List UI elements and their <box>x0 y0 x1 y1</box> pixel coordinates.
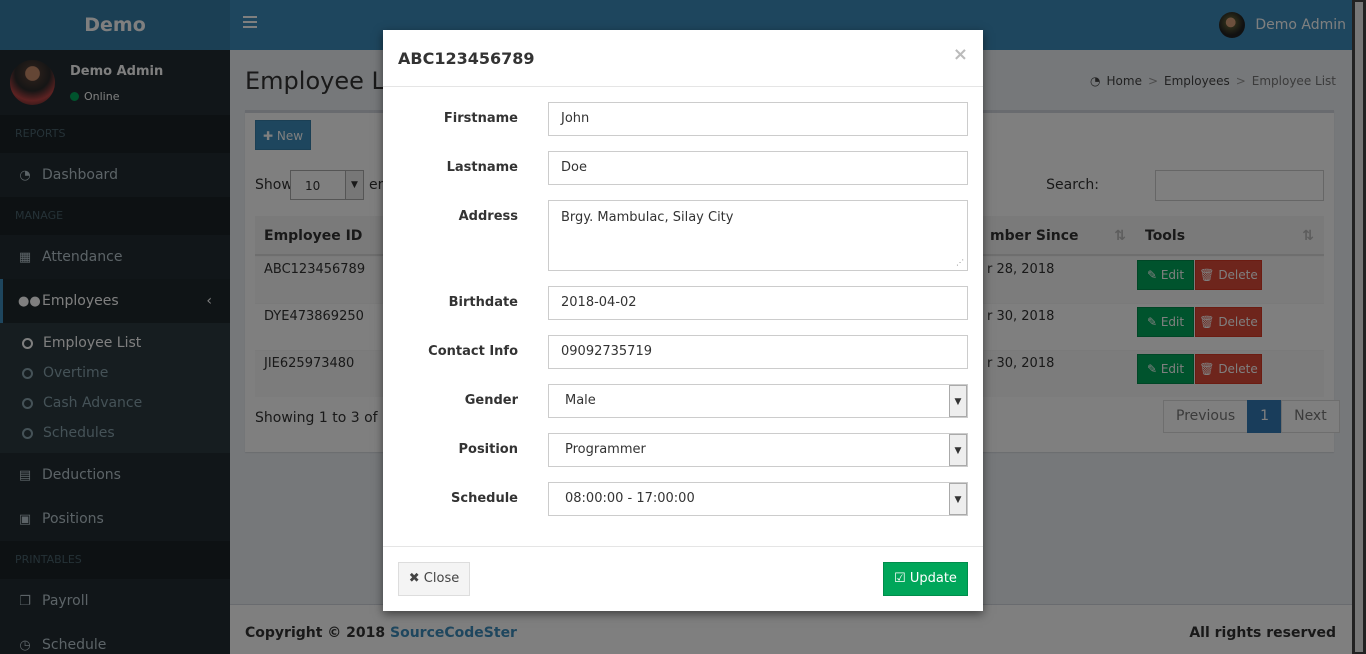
divider <box>383 546 983 547</box>
divider <box>383 86 983 87</box>
resize-handle-icon[interactable]: ⋰ <box>956 258 964 267</box>
position-select[interactable]: Programmer ▼ <box>548 433 968 467</box>
gender-label: Gender <box>464 393 518 408</box>
scrollbar[interactable] <box>1352 0 1366 654</box>
contact-label: Contact Info <box>428 344 518 359</box>
edit-employee-modal: ABC123456789 × Firstname John Lastname D… <box>383 30 983 611</box>
modal-title: ABC123456789 <box>398 49 535 68</box>
close-button[interactable]: ✖ Close <box>398 562 470 596</box>
scrollbar-thumb[interactable] <box>1355 2 1363 652</box>
position-label: Position <box>458 442 518 457</box>
chevron-down-icon: ▼ <box>949 385 967 417</box>
update-button[interactable]: ☑ Update <box>883 562 968 596</box>
schedule-label: Schedule <box>451 491 518 506</box>
schedule-select[interactable]: 08:00:00 - 17:00:00 ▼ <box>548 482 968 516</box>
lastname-label: Lastname <box>446 160 518 175</box>
close-icon[interactable]: × <box>953 44 968 65</box>
contact-field[interactable]: 09092735719 <box>548 335 968 369</box>
birthdate-label: Birthdate <box>448 295 518 310</box>
address-field[interactable]: Brgy. Mambulac, Silay City ⋰ <box>548 200 968 271</box>
address-label: Address <box>458 209 518 224</box>
lastname-field[interactable]: Doe <box>548 151 968 185</box>
birthdate-field[interactable]: 2018-04-02 <box>548 286 968 320</box>
gender-select[interactable]: Male ▼ <box>548 384 968 418</box>
firstname-label: Firstname <box>443 111 518 126</box>
firstname-field[interactable]: John <box>548 102 968 136</box>
chevron-down-icon: ▼ <box>949 434 967 466</box>
chevron-down-icon: ▼ <box>949 483 967 515</box>
